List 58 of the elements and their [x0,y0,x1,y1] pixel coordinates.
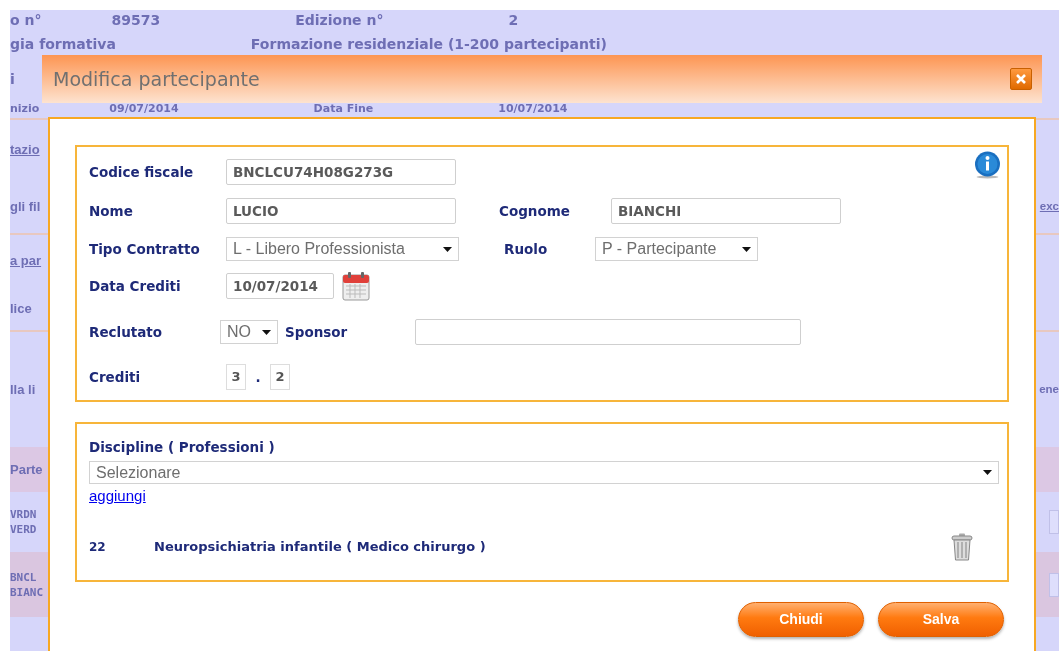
page-link[interactable]: tazio [10,140,40,160]
field-label: Data Crediti [89,276,182,296]
page-text: lice [10,299,32,318]
field-label: Reclutato [89,322,164,342]
page-link[interactable]: exc [1039,197,1059,216]
field-value: 89573 [111,10,161,30]
decimal-separator: . [254,367,262,387]
field-label: Edizione n° [295,10,384,30]
field-label: Sponsor [285,322,349,342]
table-cell: VRDN VERD [10,507,37,537]
field-label: o n° [10,10,42,30]
text-field[interactable]: LUCIO [226,198,456,224]
caret-icon [262,329,271,335]
field-label: Crediti [89,367,142,387]
dropdown[interactable]: NO [220,320,278,344]
trash-icon[interactable] [951,533,973,561]
field-value: 10/07/2014 [498,100,568,117]
table-cell: BNCL BIANC [10,569,44,600]
close-icon [1016,74,1026,84]
page-text: lla li [10,380,36,399]
dropdown[interactable]: P - Partecipante [595,237,758,261]
dialog-title: Modifica partecipante [53,66,260,92]
field-label: Cognome [499,201,571,221]
field-label: Data Fine [313,100,374,117]
action-button[interactable]: Chiudi [738,602,864,637]
action-button[interactable]: Salva [878,602,1004,637]
field-label: Tipo Contratto [89,239,201,259]
close-button[interactable] [1010,68,1032,90]
number-field[interactable]: 3 [226,364,246,390]
field-label: Codice fiscale [89,162,195,182]
dropdown[interactable]: Selezionare [89,461,999,484]
code-text: 22 [89,539,107,556]
field-value: Formazione residenziale (1-200 partecipanti) [250,34,607,54]
field-label: Ruolo [504,239,549,259]
number-field[interactable]: 2 [270,364,290,390]
field-value: 2 [508,10,519,30]
caret-icon [742,246,751,252]
info-icon[interactable] [974,151,1001,179]
column-header: Parte [10,460,43,479]
calendar-icon[interactable] [342,271,370,301]
dropdown[interactable]: L - Libero Professionista [226,237,459,261]
field-label: Nome [89,201,134,221]
caret-icon [983,470,992,475]
add-link[interactable]: aggiungi [89,487,146,504]
date-field[interactable]: 10/07/2014 [226,273,334,299]
discipline-name: Neuropsichiatria infantile ( Medico chirurgo ) [154,538,487,557]
field-label: nizio [10,100,40,117]
field-value: 09/07/2014 [109,100,179,117]
caret-icon [443,246,452,252]
section-title: Discipline ( Professioni ) [89,438,276,455]
field-label: i [10,69,15,89]
page-text: ene [1039,381,1059,397]
page-text: gli fil [10,197,41,216]
text-field[interactable] [415,319,801,345]
text-field[interactable]: BIANCHI [611,198,841,224]
text-field[interactable]: BNCLCU74H08G273G [226,159,456,185]
field-label: gia formativa [10,34,116,54]
page-link[interactable]: a par [10,251,42,271]
